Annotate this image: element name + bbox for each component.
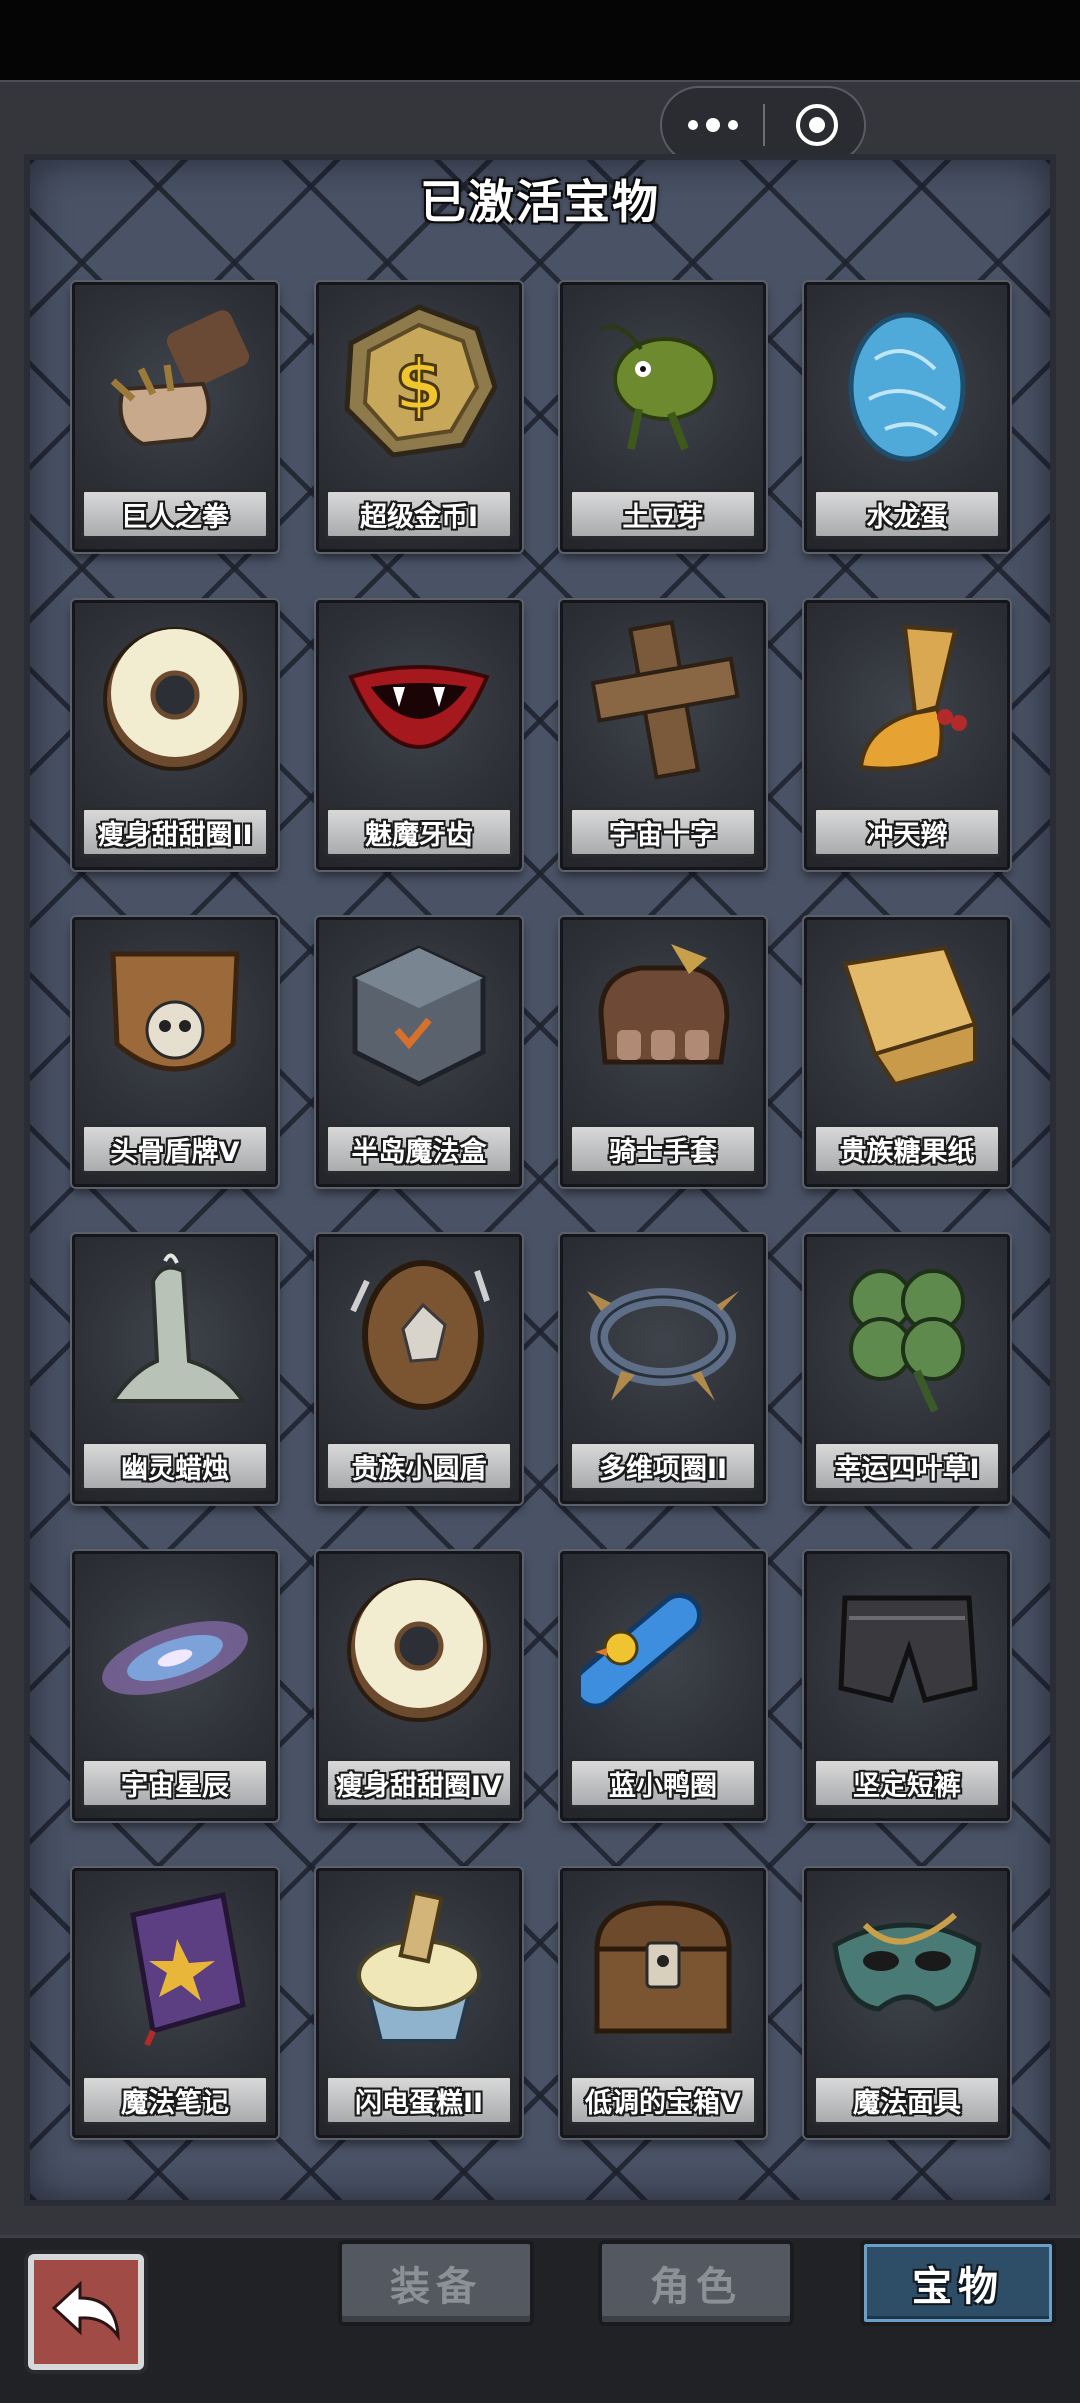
spell-book-icon	[130, 1891, 246, 2047]
treasure-card[interactable]: 幽灵蜡烛	[72, 1234, 278, 1504]
treasure-name: 冲天辫	[813, 807, 1001, 857]
treasure-name: 水龙蛋	[813, 489, 1001, 539]
pigtail-icon	[858, 624, 967, 771]
duck-float-ring-icon	[581, 1592, 703, 1709]
treasure-chest-icon	[594, 1900, 732, 2034]
treasure-card[interactable]: 贵族糖果纸	[804, 917, 1010, 1187]
treasure-card[interactable]: 闪电蛋糕II	[316, 1868, 522, 2138]
treasure-name: 魅魔牙齿	[325, 807, 513, 857]
treasure-card[interactable]: 宇宙星辰	[72, 1551, 278, 1821]
treasure-name: 超级金币I	[325, 489, 513, 539]
treasure-name: 土豆芽	[569, 489, 757, 539]
treasure-name: 宇宙星辰	[81, 1758, 269, 1808]
treasure-name: 幽灵蜡烛	[81, 1441, 269, 1491]
four-leaf-clover-icon	[849, 1269, 965, 1413]
treasure-name: 骑士手套	[569, 1124, 757, 1174]
treasure-card[interactable]: 魅魔牙齿	[316, 600, 522, 870]
treasure-card[interactable]: 土豆芽	[560, 282, 766, 552]
treasure-name: 瘦身甜甜圈II	[81, 807, 269, 857]
treasure-name: 贵族糖果纸	[813, 1124, 1001, 1174]
treasure-name: 魔法笔记	[81, 2075, 269, 2125]
return-arrow-icon	[51, 2280, 120, 2342]
treasure-card[interactable]: 坚定短裤	[804, 1551, 1010, 1821]
skull-shield-icon	[110, 951, 240, 1072]
treasure-card[interactable]: 半岛魔法盒	[316, 917, 522, 1187]
ghost-candle-icon	[109, 1253, 247, 1403]
round-shield-icon	[350, 1260, 490, 1410]
treasure-grid: 巨人之拳 $ 超级金币I 土豆芽 水龙蛋 瘦身甜甜圈II 魅魔牙齿 宇宙十字 冲…	[0, 0, 1080, 2400]
treasure-card[interactable]: 魔法面具	[804, 1868, 1010, 2138]
treasure-card[interactable]: 幸运四叶草I	[804, 1234, 1010, 1504]
treasure-card[interactable]: 蓝小鸭圈	[560, 1551, 766, 1821]
treasure-name: 头骨盾牌V	[81, 1124, 269, 1174]
masquerade-mask-icon	[832, 1912, 982, 2012]
potato-sprout-icon	[600, 324, 717, 451]
magic-cube-icon	[352, 945, 486, 1087]
donut-icon	[103, 627, 247, 771]
tab-treasure[interactable]: 宝物	[860, 2240, 1056, 2326]
wooden-cross-icon	[590, 619, 740, 780]
treasure-card[interactable]: 瘦身甜甜圈II	[72, 600, 278, 870]
treasure-card[interactable]: 巨人之拳	[72, 282, 278, 552]
treasure-card[interactable]: 冲天辫	[804, 600, 1010, 870]
treasure-card[interactable]: 头骨盾牌V	[72, 917, 278, 1187]
treasure-card[interactable]: 骑士手套	[560, 917, 766, 1187]
gold-coin-icon: $	[344, 304, 498, 458]
treasure-name: 魔法面具	[813, 2075, 1001, 2125]
treasure-name: 闪电蛋糕II	[325, 2075, 513, 2125]
treasure-name: 巨人之拳	[81, 489, 269, 539]
treasure-card[interactable]: $ 超级金币I	[316, 282, 522, 552]
treasure-card[interactable]: 多维项圈II	[560, 1234, 766, 1504]
treasure-card[interactable]: 瘦身甜甜圈IV	[316, 1551, 522, 1821]
treasure-name: 蓝小鸭圈	[569, 1758, 757, 1808]
treasure-name: 宇宙十字	[569, 807, 757, 857]
treasure-name: 多维项圈II	[569, 1441, 757, 1491]
treasure-card[interactable]: 贵族小圆盾	[316, 1234, 522, 1504]
treasure-name: 贵族小圆盾	[325, 1441, 513, 1491]
cupcake-icon	[357, 1890, 481, 2043]
spiked-collar-icon	[587, 1288, 739, 1401]
galaxy-icon	[102, 1621, 248, 1695]
svg-text:$: $	[395, 344, 444, 426]
treasure-card[interactable]: 水龙蛋	[804, 282, 1010, 552]
leather-shorts-icon	[838, 1595, 978, 1703]
treasure-name: 半岛魔法盒	[325, 1124, 513, 1174]
back-button[interactable]	[28, 2254, 144, 2370]
fang-lips-icon	[348, 665, 490, 750]
tab-equipment[interactable]: 装备	[338, 2240, 534, 2326]
treasure-name: 低调的宝箱V	[569, 2075, 757, 2125]
tab-character[interactable]: 角色	[598, 2240, 794, 2326]
donut-icon	[347, 1578, 491, 1722]
candy-wrapper-icon	[842, 945, 978, 1087]
water-dragon-egg-icon	[848, 312, 966, 462]
knight-gauntlet-icon	[598, 944, 730, 1065]
giant-fist-icon	[110, 310, 250, 447]
treasure-name: 坚定短裤	[813, 1758, 1001, 1808]
treasure-card[interactable]: 低调的宝箱V	[560, 1868, 766, 2138]
treasure-name: 幸运四叶草I	[813, 1441, 1001, 1491]
treasure-card[interactable]: 宇宙十字	[560, 600, 766, 870]
treasure-card[interactable]: 魔法笔记	[72, 1868, 278, 2138]
treasure-name: 瘦身甜甜圈IV	[325, 1758, 513, 1808]
